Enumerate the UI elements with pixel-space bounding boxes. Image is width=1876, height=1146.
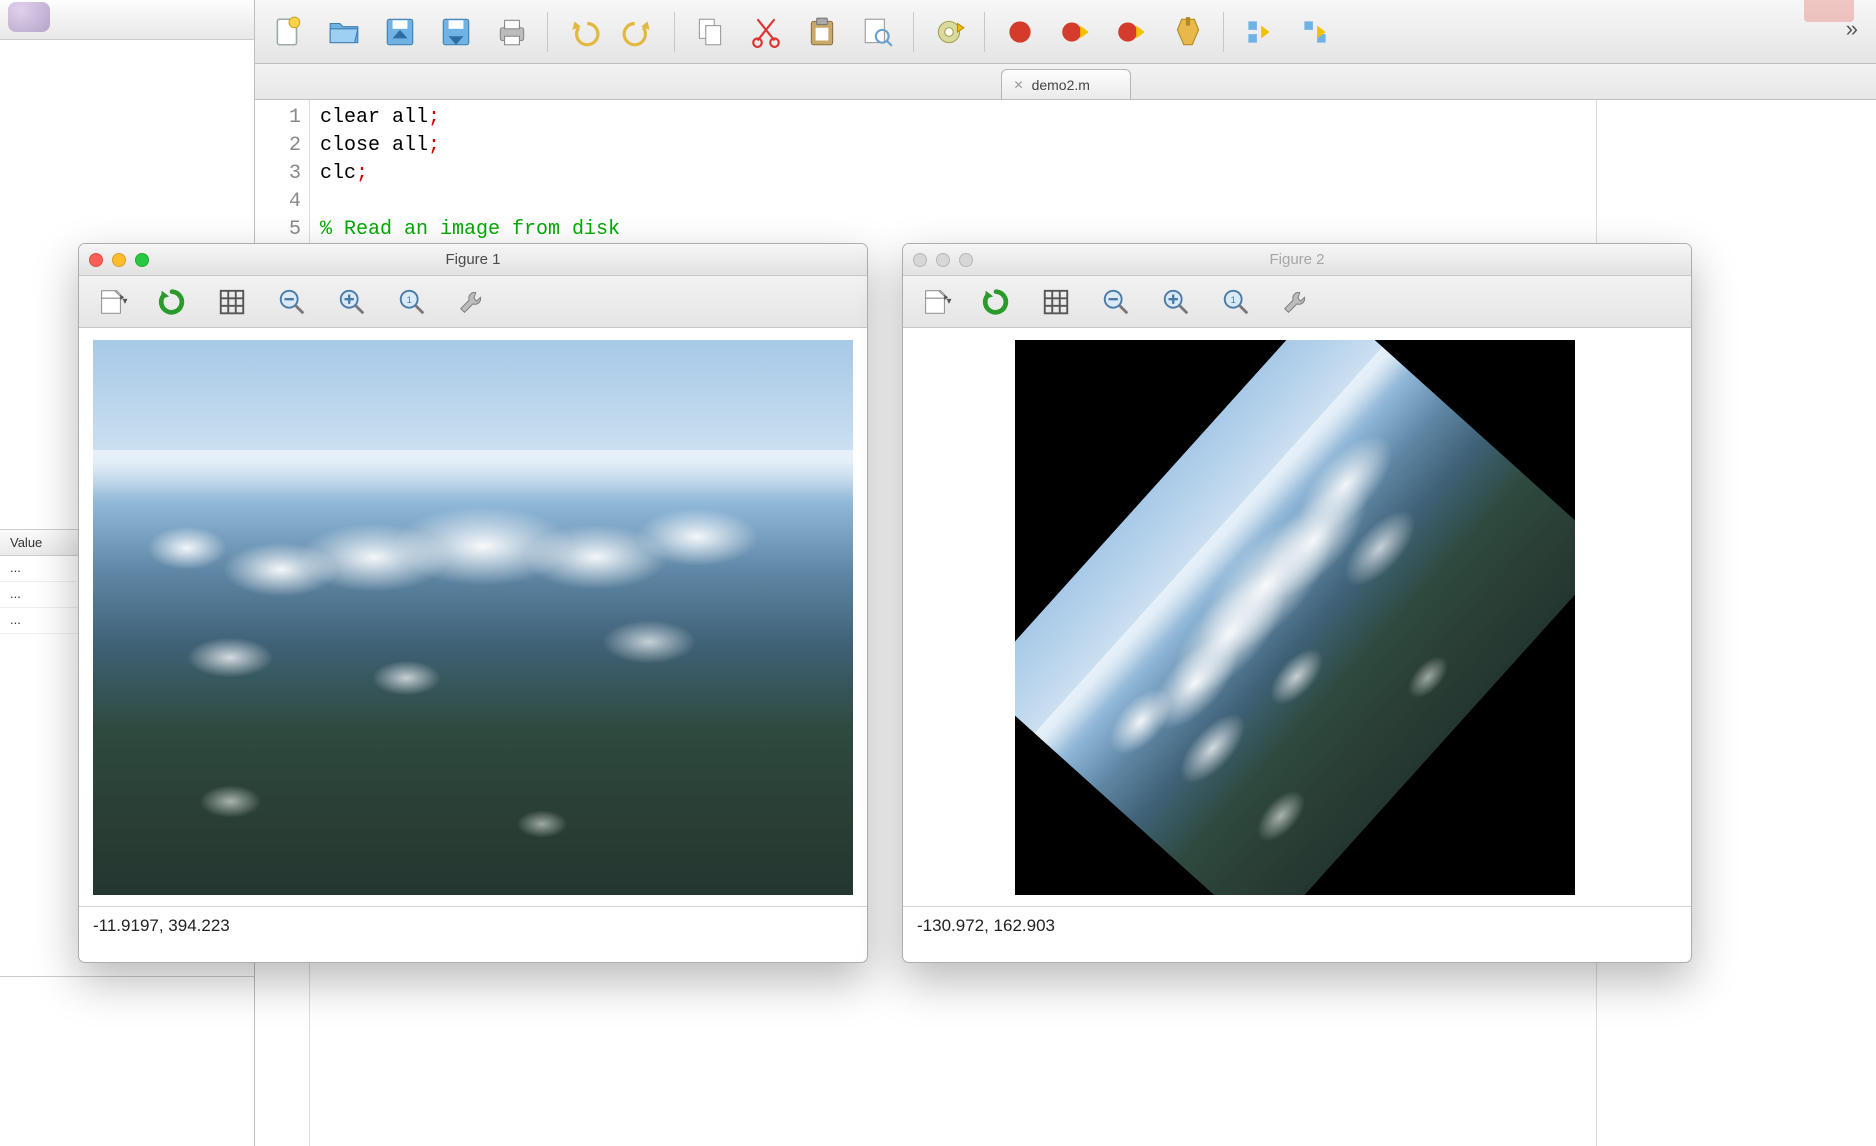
grid-icon[interactable] [215, 285, 249, 319]
undo-icon[interactable] [562, 11, 604, 53]
zoom-reset-icon[interactable]: 1 [1219, 285, 1253, 319]
save-icon[interactable] [379, 11, 421, 53]
rotate-icon[interactable] [155, 285, 189, 319]
history-panel[interactable] [0, 976, 254, 1146]
toolbar-overflow-icon[interactable]: » [1846, 16, 1858, 42]
figure-toolbar: ▾ 1 [903, 276, 1691, 328]
app-logo-icon [8, 2, 50, 32]
new-file-icon[interactable] [267, 11, 309, 53]
paste-icon[interactable] [801, 11, 843, 53]
grid-icon[interactable] [1039, 285, 1073, 319]
step-over-icon[interactable] [1238, 11, 1280, 53]
aerial-image-rotated [1015, 340, 1575, 895]
clear-breakpoints-icon[interactable] [1167, 11, 1209, 53]
zoom-out-icon[interactable] [1099, 285, 1133, 319]
figure-canvas[interactable] [79, 328, 867, 906]
cut-icon[interactable] [745, 11, 787, 53]
copy-icon[interactable] [689, 11, 731, 53]
svg-text:1: 1 [407, 294, 412, 304]
rotated-image-frame [1015, 340, 1575, 895]
zoom-in-icon[interactable] [335, 285, 369, 319]
find-icon[interactable] [857, 11, 899, 53]
figure-titlebar[interactable]: Figure 1 [79, 244, 867, 276]
step-out-icon[interactable] [1294, 11, 1336, 53]
save-as-icon[interactable] [435, 11, 477, 53]
wrench-icon[interactable] [455, 285, 489, 319]
zoom-in-icon[interactable] [1159, 285, 1193, 319]
breakpoint-prev-icon[interactable] [1055, 11, 1097, 53]
zoom-out-icon[interactable] [275, 285, 309, 319]
breakpoint-icon[interactable] [999, 11, 1041, 53]
ide-toolbar: » [255, 0, 1876, 64]
toolbar-separator [674, 12, 675, 52]
save-icon[interactable]: ▾ [919, 285, 953, 319]
tab-close-icon[interactable]: ✕ [1014, 78, 1024, 92]
run-gear-icon[interactable] [928, 11, 970, 53]
toolbar-separator [1223, 12, 1224, 52]
figure-window-1[interactable]: Figure 1 ▾ 1 -11.9197, 394.223 [78, 243, 868, 963]
svg-text:1: 1 [1231, 294, 1236, 304]
figure-title: Figure 2 [903, 251, 1691, 268]
figure-window-2[interactable]: Figure 2 ▾ 1 -130.972, 162.903 [902, 243, 1692, 963]
toolbar-separator [984, 12, 985, 52]
rotate-icon[interactable] [979, 285, 1013, 319]
figure-title: Figure 1 [79, 251, 867, 268]
toolbar-separator [913, 12, 914, 52]
figure-status-bar: -130.972, 162.903 [903, 906, 1691, 946]
figure-toolbar: ▾ 1 [79, 276, 867, 328]
figure-titlebar[interactable]: Figure 2 [903, 244, 1691, 276]
editor-tab-bar: ✕ demo2.m [255, 64, 1876, 100]
toolbar-separator [547, 12, 548, 52]
redo-icon[interactable] [618, 11, 660, 53]
save-icon[interactable]: ▾ [95, 285, 129, 319]
wrench-icon[interactable] [1279, 285, 1313, 319]
open-folder-icon[interactable] [323, 11, 365, 53]
tab-label: demo2.m [1032, 77, 1090, 93]
editor-tab[interactable]: ✕ demo2.m [1001, 69, 1131, 99]
side-panel-header [0, 0, 254, 40]
print-icon[interactable] [491, 11, 533, 53]
aerial-image-original [93, 340, 853, 895]
figure-status-bar: -11.9197, 394.223 [79, 906, 867, 946]
breakpoint-next-icon[interactable] [1111, 11, 1153, 53]
zoom-reset-icon[interactable]: 1 [395, 285, 429, 319]
figure-canvas[interactable] [903, 328, 1691, 906]
